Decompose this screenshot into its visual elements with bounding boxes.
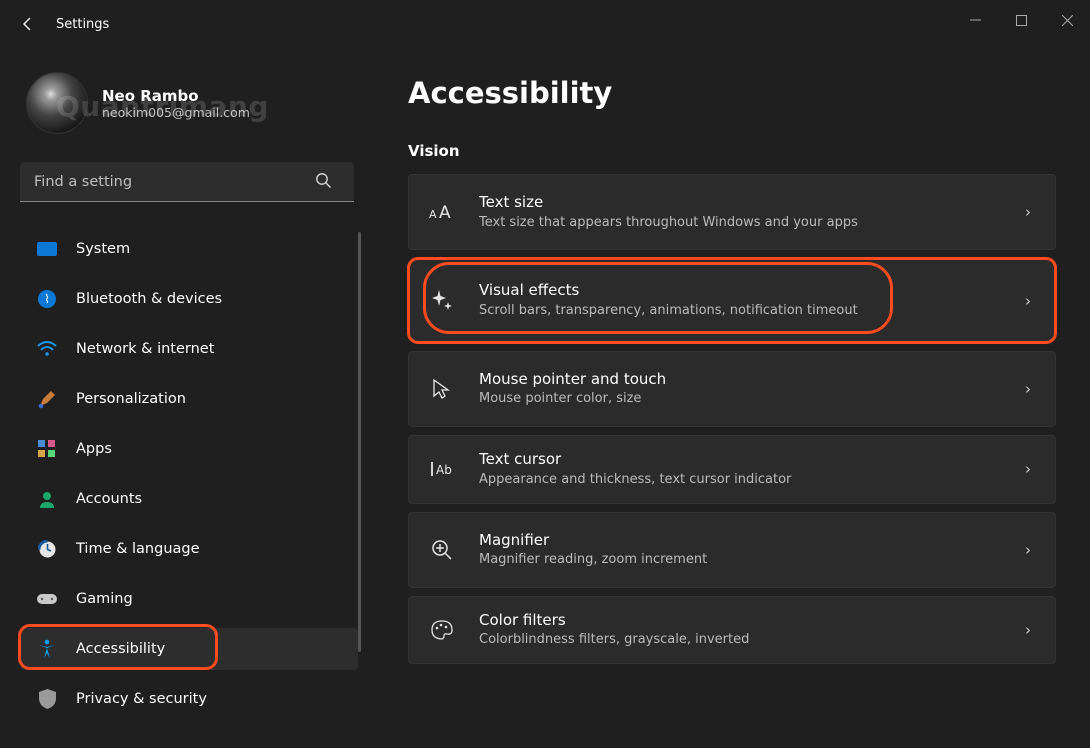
card-title: Text cursor bbox=[479, 450, 1003, 470]
chevron-right-icon: › bbox=[1025, 292, 1037, 310]
card-subtitle: Mouse pointer color, size bbox=[479, 391, 1003, 408]
text-size-icon: AA bbox=[427, 202, 457, 222]
sidebar-item-bluetooth[interactable]: ⌇ Bluetooth & devices bbox=[20, 278, 358, 320]
card-title: Mouse pointer and touch bbox=[479, 370, 1003, 390]
shield-icon bbox=[36, 688, 58, 710]
sidebar-item-accessibility[interactable]: Accessibility bbox=[20, 628, 358, 670]
sidebar-item-privacy[interactable]: Privacy & security bbox=[20, 678, 358, 720]
svg-text:A: A bbox=[429, 208, 437, 221]
profile-block[interactable]: Neo Rambo neokim005@gmail.com Quantriman… bbox=[26, 72, 352, 134]
card-mouse-pointer[interactable]: Mouse pointer and touch Mouse pointer co… bbox=[408, 351, 1056, 427]
search-input[interactable] bbox=[20, 162, 354, 202]
sidebar-item-label: Accessibility bbox=[76, 641, 165, 657]
person-icon bbox=[36, 488, 58, 510]
avatar bbox=[26, 72, 88, 134]
card-subtitle: Appearance and thickness, text cursor in… bbox=[479, 472, 1003, 489]
back-button[interactable] bbox=[8, 16, 48, 32]
text-cursor-icon: Ab bbox=[427, 460, 457, 478]
chevron-right-icon: › bbox=[1025, 460, 1037, 478]
card-title: Magnifier bbox=[479, 531, 1003, 551]
titlebar: Settings bbox=[0, 0, 1090, 48]
chevron-right-icon: › bbox=[1025, 203, 1037, 221]
card-subtitle: Text size that appears throughout Window… bbox=[479, 215, 1003, 232]
bluetooth-icon: ⌇ bbox=[36, 288, 58, 310]
card-subtitle: Colorblindness filters, grayscale, inver… bbox=[479, 632, 1003, 649]
card-title: Color filters bbox=[479, 611, 1003, 631]
section-label-vision: Vision bbox=[408, 142, 1056, 160]
sidebar-item-time[interactable]: Time & language bbox=[20, 528, 358, 570]
sidebar-item-label: System bbox=[76, 241, 130, 257]
svg-text:Ab: Ab bbox=[436, 463, 452, 477]
clock-icon bbox=[36, 538, 58, 560]
profile-email: neokim005@gmail.com bbox=[102, 105, 250, 120]
sidebar-item-apps[interactable]: Apps bbox=[20, 428, 358, 470]
sidebar-item-label: Network & internet bbox=[76, 341, 214, 357]
main-pane: Accessibility Vision AA Text size Text s… bbox=[374, 48, 1090, 748]
sidebar-scrollbar[interactable] bbox=[358, 232, 361, 652]
sidebar-item-label: Gaming bbox=[76, 591, 133, 607]
profile-name: Neo Rambo bbox=[102, 87, 250, 105]
card-title: Text size bbox=[479, 193, 1003, 213]
maximize-button[interactable] bbox=[998, 0, 1044, 40]
card-text-cursor[interactable]: Ab Text cursor Appearance and thickness,… bbox=[408, 435, 1056, 503]
card-list: AA Text size Text size that appears thro… bbox=[408, 174, 1056, 664]
wifi-icon bbox=[36, 338, 58, 360]
chevron-right-icon: › bbox=[1025, 621, 1037, 639]
card-subtitle: Magnifier reading, zoom increment bbox=[479, 552, 1003, 569]
cursor-icon bbox=[427, 378, 457, 400]
sidebar-item-system[interactable]: System bbox=[20, 228, 358, 270]
accessibility-icon bbox=[36, 638, 58, 660]
card-subtitle: Scroll bars, transparency, animations, n… bbox=[479, 303, 1003, 320]
chevron-right-icon: › bbox=[1025, 541, 1037, 559]
window-controls bbox=[952, 0, 1090, 40]
sidebar-item-label: Privacy & security bbox=[76, 691, 207, 707]
palette-icon bbox=[427, 620, 457, 640]
sidebar-item-accounts[interactable]: Accounts bbox=[20, 478, 358, 520]
svg-text:A: A bbox=[439, 203, 451, 222]
sparkle-icon bbox=[427, 290, 457, 312]
gamepad-icon bbox=[36, 588, 58, 610]
sidebar-item-network[interactable]: Network & internet bbox=[20, 328, 358, 370]
window-title: Settings bbox=[56, 17, 109, 32]
search-icon bbox=[315, 172, 332, 189]
chevron-right-icon: › bbox=[1025, 380, 1037, 398]
sidebar-item-label: Apps bbox=[76, 441, 112, 457]
magnifier-icon bbox=[427, 539, 457, 561]
card-visual-effects[interactable]: Visual effects Scroll bars, transparency… bbox=[408, 258, 1056, 342]
sidebar-item-label: Personalization bbox=[76, 391, 186, 407]
minimize-button[interactable] bbox=[952, 0, 998, 40]
system-icon bbox=[36, 238, 58, 260]
card-text-size[interactable]: AA Text size Text size that appears thro… bbox=[408, 174, 1056, 250]
card-magnifier[interactable]: Magnifier Magnifier reading, zoom increm… bbox=[408, 512, 1056, 588]
card-title: Visual effects bbox=[479, 281, 1003, 301]
nav-list: System ⌇ Bluetooth & devices Network & i… bbox=[20, 228, 358, 728]
close-button[interactable] bbox=[1044, 0, 1090, 40]
sidebar-item-gaming[interactable]: Gaming bbox=[20, 578, 358, 620]
sidebar: Neo Rambo neokim005@gmail.com Quantriman… bbox=[0, 48, 374, 748]
arrow-left-icon bbox=[20, 16, 36, 32]
sidebar-item-label: Bluetooth & devices bbox=[76, 291, 222, 307]
sidebar-item-label: Accounts bbox=[76, 491, 142, 507]
brush-icon bbox=[36, 388, 58, 410]
card-color-filters[interactable]: Color filters Colorblindness filters, gr… bbox=[408, 596, 1056, 664]
sidebar-item-personalization[interactable]: Personalization bbox=[20, 378, 358, 420]
page-title: Accessibility bbox=[408, 76, 1056, 110]
search-field[interactable] bbox=[20, 162, 358, 202]
sidebar-item-label: Time & language bbox=[76, 541, 200, 557]
apps-icon bbox=[36, 438, 58, 460]
